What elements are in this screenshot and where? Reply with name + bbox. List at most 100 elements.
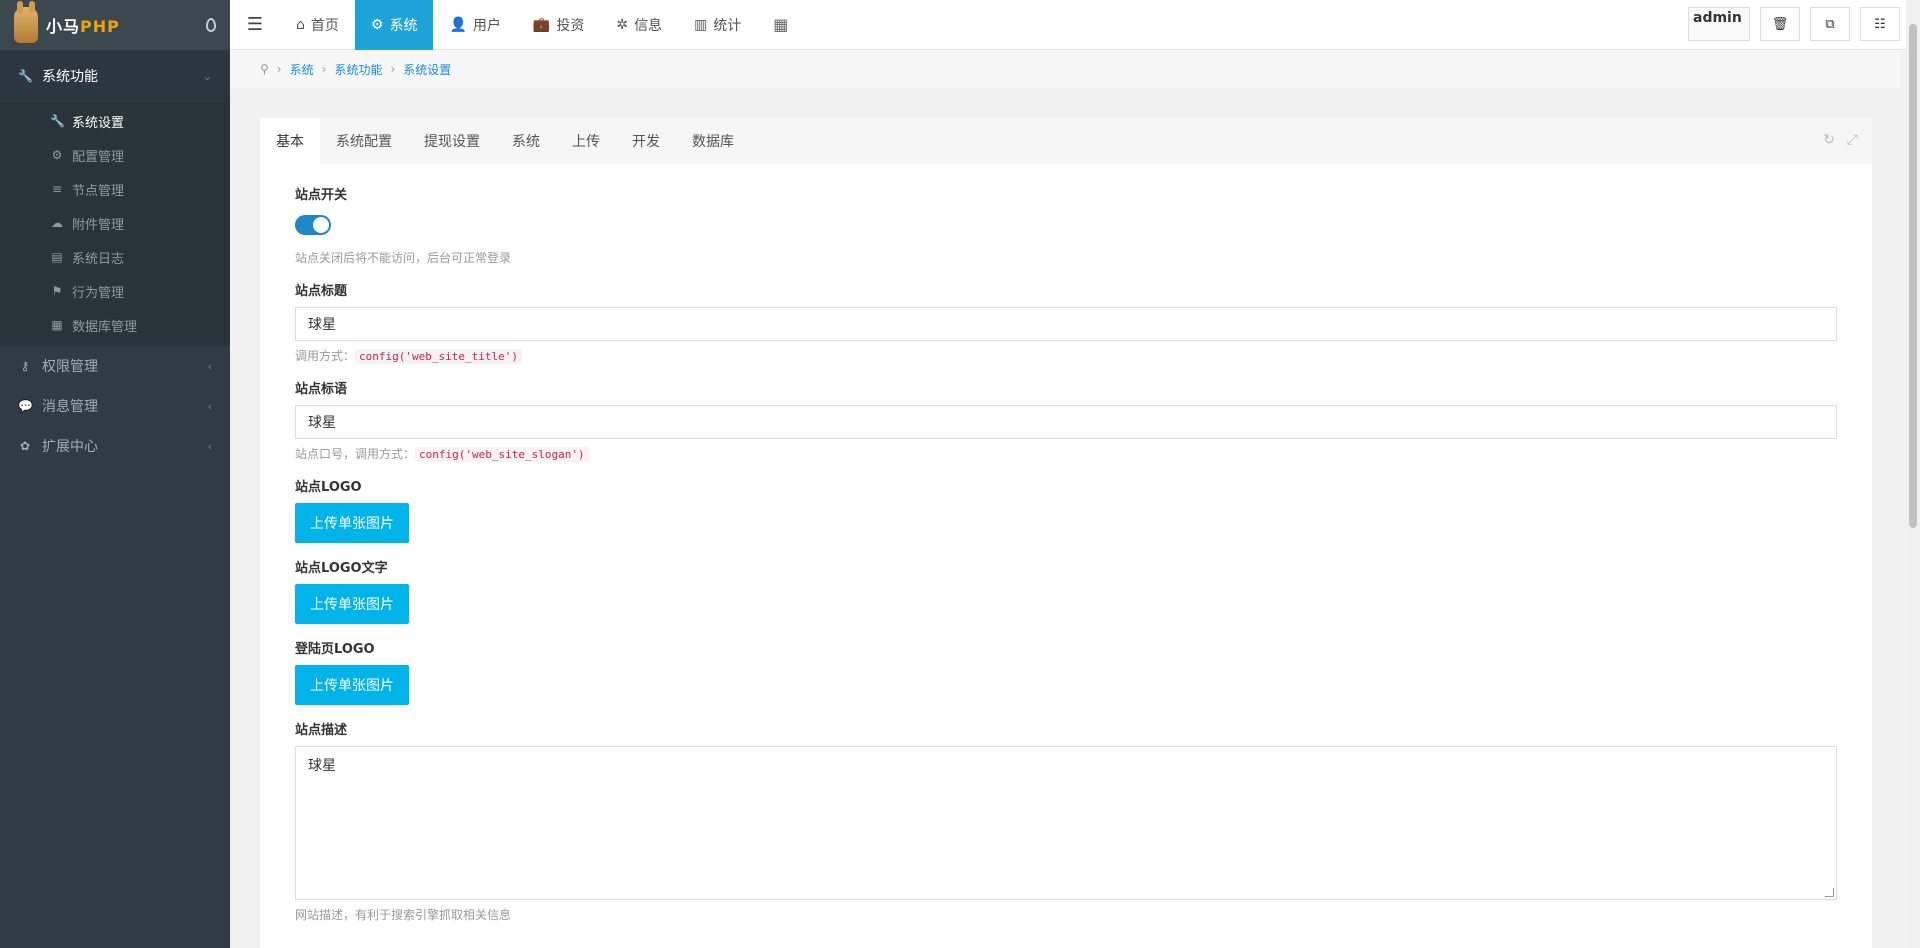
help-code: config('web_site_title') — [355, 349, 522, 364]
sidebar-group-label: 系统功能 — [42, 69, 98, 85]
avatar[interactable]: admin — [1688, 7, 1750, 41]
chevron-left-icon: ‹ — [207, 439, 212, 453]
wrench-icon: 🔧 — [50, 114, 65, 128]
site-title-input[interactable]: 球星 — [295, 307, 1837, 341]
puzzle-icon: ✿ — [19, 439, 31, 453]
refresh-icon[interactable]: ↻ — [1823, 132, 1835, 148]
sidebar-item-label: 附件管理 — [72, 217, 125, 233]
logo-text: 小马PHP — [46, 17, 120, 36]
cloud-upload-icon: ☁ — [51, 216, 63, 230]
book-icon: ▤ — [51, 250, 63, 264]
site-description-textarea[interactable]: 球星 — [295, 746, 1837, 900]
field-help: 调用方式： config('web_site_title') — [295, 347, 1837, 364]
breadcrumb-link[interactable]: 系统 — [290, 61, 314, 78]
nav-label: 首页 — [310, 17, 339, 34]
field-help: 网站描述，有利于搜索引擎抓取相关信息 — [295, 908, 512, 922]
sidebar-group-system-functions[interactable]: 🔧 系统功能 ⌄ — [0, 50, 230, 102]
sidebar-item-permission-management[interactable]: ⚷ 权限管理 ‹ — [0, 346, 230, 386]
logo[interactable]: 小马PHP — [14, 1, 120, 43]
database-icon: ▦ — [51, 318, 63, 332]
trash-icon: 🗑 — [1771, 16, 1789, 32]
nav-invest[interactable]: 💼 投资 — [517, 0, 600, 50]
field-site-switch: 站点开关 站点关闭后将不能访问，后台可正常登录 — [295, 184, 1837, 266]
page-scrollbar[interactable] — [1906, 0, 1920, 948]
fullscreen-icon[interactable]: ⤢ — [1847, 132, 1858, 148]
nav-info[interactable]: ✲ 信息 — [600, 0, 678, 50]
sidebar-item-label: 扩展中心 — [42, 439, 98, 455]
nav-statistics[interactable]: ▥ 统计 — [678, 0, 757, 50]
nav-system[interactable]: ⚙ 系统 — [354, 0, 434, 50]
tab-system[interactable]: 系统 — [496, 118, 556, 164]
topbar-tools: admin 🗑 ⧉ ☷ — [1688, 7, 1900, 41]
upload-site-logo-button[interactable]: 上传单张图片 — [295, 503, 409, 543]
nav-user[interactable]: 👤 用户 — [433, 0, 516, 50]
field-site-title: 站点标题 球星 调用方式： config('web_site_title') — [295, 280, 1837, 364]
sidebar-item-label: 配置管理 — [72, 149, 125, 165]
sidebar-header: 小马PHP — [0, 0, 230, 50]
top-navbar: ☰ ⌂ 首页 ⚙ 系统 👤 用户 💼 投资 ✲ 信息 ▥ 统计 ▦ admin … — [230, 0, 1920, 50]
settings-tabs: 基本 系统配置 提现设置 系统 上传 开发 数据库 ↻ ⤢ — [260, 118, 1872, 164]
site-switch-toggle[interactable] — [295, 215, 331, 235]
clear-cache-button[interactable]: 🗑 — [1760, 7, 1800, 41]
sidebar-submenu: 🔧 系统设置 ⚙ 配置管理 ≡ 节点管理 ☁ 附件管理 ▤ 系统日志 ⚑ 行为管… — [0, 102, 230, 346]
field-site-slogan: 站点标语 球星 站点口号，调用方式： config('web_site_sloga… — [295, 378, 1837, 462]
nav-label: 投资 — [556, 17, 585, 34]
settings-panel-button[interactable]: ☷ — [1860, 7, 1900, 41]
sidebar-item-system-settings[interactable]: 🔧 系统设置 — [0, 104, 230, 138]
tab-database[interactable]: 数据库 — [676, 118, 750, 164]
sidebar-item-attachment-management[interactable]: ☁ 附件管理 — [0, 206, 230, 240]
settings-form: 站点开关 站点关闭后将不能访问，后台可正常登录 站点标题 球星 调用方式： con… — [260, 164, 1872, 948]
chevron-left-icon: ‹ — [207, 399, 212, 413]
site-slogan-input[interactable]: 球星 — [295, 405, 1837, 439]
sidebar-item-label: 系统设置 — [72, 115, 125, 131]
field-site-logo: 站点LOGO 上传单张图片 — [295, 476, 1837, 543]
sidebar-item-config-management[interactable]: ⚙ 配置管理 — [0, 138, 230, 172]
gears-icon: ⚙ — [51, 148, 63, 162]
home-icon: ⌂ — [296, 16, 305, 33]
nav-home[interactable]: ⌂ 首页 — [280, 0, 355, 50]
upload-logo-text-button[interactable]: 上传单张图片 — [295, 584, 409, 624]
sidebar-item-node-management[interactable]: ≡ 节点管理 — [0, 172, 230, 206]
field-help: 站点关闭后将不能访问，后台可正常登录 — [295, 251, 512, 265]
yelp-icon: ✲ — [616, 16, 629, 33]
user-icon: 👤 — [449, 16, 467, 33]
briefcase-icon: 💼 — [532, 16, 551, 33]
chevron-down-icon: ⌄ — [202, 69, 212, 83]
field-label: 站点开关 — [295, 188, 348, 203]
nav-label: 信息 — [634, 17, 663, 34]
wrench-icon: 🔧 — [18, 69, 33, 83]
tab-basic[interactable]: 基本 — [260, 118, 320, 164]
sliders-icon: ☷ — [1874, 16, 1886, 32]
scrollbar-thumb[interactable] — [1909, 24, 1917, 528]
sidebar-item-behavior-management[interactable]: ⚑ 行为管理 — [0, 274, 230, 308]
sidebar-item-database-management[interactable]: ▦ 数据库管理 — [0, 308, 230, 342]
theme-drop-icon[interactable] — [206, 18, 216, 32]
list-icon: ≡ — [51, 182, 63, 196]
tab-upload[interactable]: 上传 — [556, 118, 616, 164]
tab-withdraw-settings[interactable]: 提现设置 — [408, 118, 496, 164]
apps-grid-icon[interactable]: ▦ — [757, 15, 804, 34]
menu-toggle-icon[interactable]: ☰ — [230, 0, 280, 50]
sidebar-item-label: 数据库管理 — [72, 319, 138, 335]
breadcrumb-link[interactable]: 系统设置 — [403, 61, 451, 78]
tab-system-config[interactable]: 系统配置 — [320, 118, 408, 164]
field-site-description: 站点描述 球星 网站描述，有利于搜索引擎抓取相关信息 — [295, 719, 1837, 923]
card-tools: ↻ ⤢ — [1823, 132, 1858, 148]
sidebar: 小马PHP 🔧 系统功能 ⌄ 🔧 系统设置 ⚙ 配置管理 ≡ 节点管理 ☁ 附件… — [0, 0, 230, 948]
nav-label: 统计 — [713, 17, 742, 34]
map-marker-icon: ⚲ — [260, 62, 269, 76]
open-site-button[interactable]: ⧉ — [1810, 7, 1850, 41]
field-login-logo: 登陆页LOGO 上传单张图片 — [295, 638, 1837, 705]
help-code: config('web_site_slogan') — [415, 447, 589, 462]
avatar-alt-text: admin — [1693, 10, 1742, 26]
breadcrumb-link[interactable]: 系统功能 — [334, 61, 382, 78]
upload-login-logo-button[interactable]: 上传单张图片 — [295, 665, 409, 705]
sidebar-item-label: 行为管理 — [72, 285, 125, 301]
external-link-icon: ⧉ — [1825, 16, 1835, 32]
field-help: 站点口号，调用方式： config('web_site_slogan') — [295, 445, 1837, 462]
sidebar-item-extension-center[interactable]: ✿ 扩展中心 ‹ — [0, 426, 230, 466]
sidebar-item-system-log[interactable]: ▤ 系统日志 — [0, 240, 230, 274]
tab-develop[interactable]: 开发 — [616, 118, 676, 164]
field-label: 站点描述 — [295, 723, 348, 738]
sidebar-item-message-management[interactable]: 💬 消息管理 ‹ — [0, 386, 230, 426]
